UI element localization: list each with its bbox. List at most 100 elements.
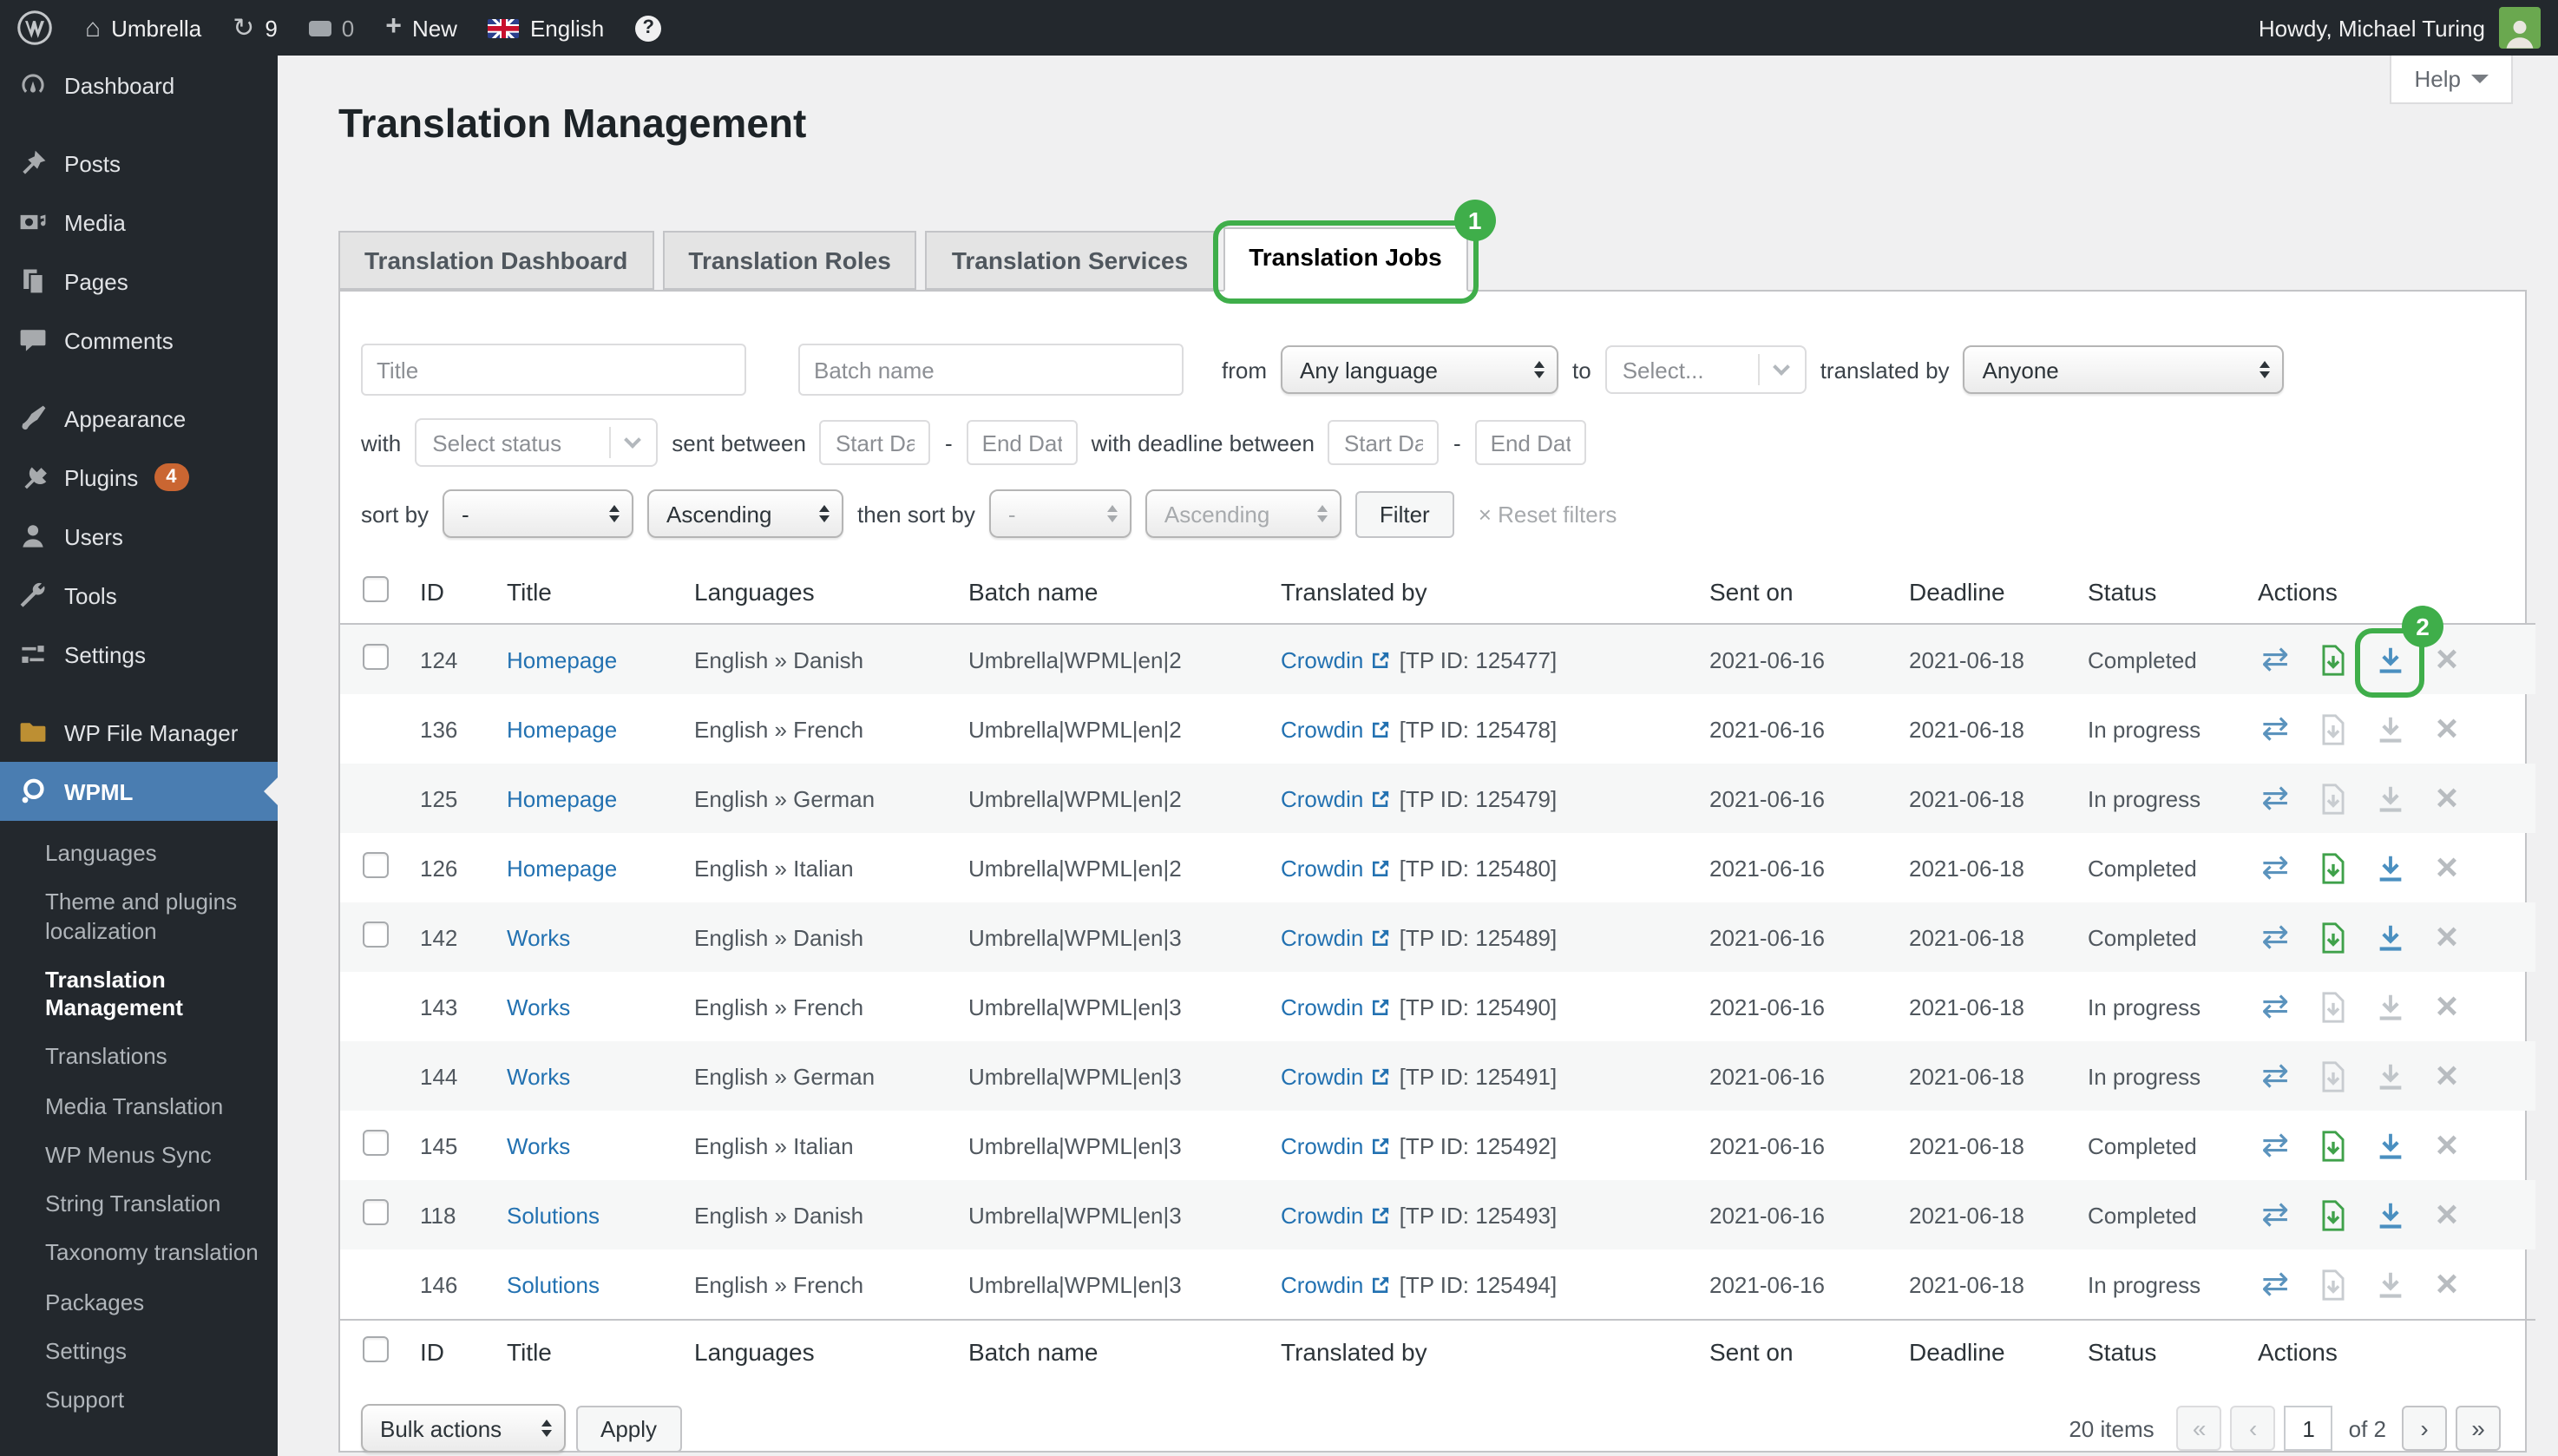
submenu-item-support[interactable]: Support xyxy=(0,1376,278,1426)
wordpress-logo-icon[interactable] xyxy=(0,0,69,56)
cancel-job-icon[interactable]: × xyxy=(2430,1128,2464,1163)
filter-button[interactable]: Filter xyxy=(1355,490,1454,537)
job-title-link[interactable]: Solutions xyxy=(507,1202,600,1228)
cancel-job-icon[interactable]: × xyxy=(2430,1059,2464,1093)
download-translation-icon[interactable] xyxy=(2372,1197,2407,1232)
sync-translation-icon[interactable]: ⇄ xyxy=(2258,642,2292,677)
export-xliff-icon[interactable] xyxy=(2315,989,2350,1024)
sync-translation-icon[interactable]: ⇄ xyxy=(2258,1128,2292,1163)
row-checkbox[interactable] xyxy=(363,644,389,670)
site-menu[interactable]: ⌂ Umbrella xyxy=(69,0,217,56)
download-translation-icon[interactable] xyxy=(2372,1059,2407,1093)
translator-link[interactable]: Crowdin xyxy=(1281,1202,1363,1228)
sync-translation-icon[interactable]: ⇄ xyxy=(2258,781,2292,816)
job-title-link[interactable]: Homepage xyxy=(507,785,617,811)
submenu-item-translations[interactable]: Translations xyxy=(0,1033,278,1083)
sync-translation-icon[interactable]: ⇄ xyxy=(2258,1197,2292,1232)
sidebar-item-media[interactable]: Media xyxy=(0,193,278,252)
row-checkbox[interactable] xyxy=(363,1130,389,1156)
title-filter-input[interactable] xyxy=(361,344,746,396)
job-title-link[interactable]: Solutions xyxy=(507,1271,600,1297)
avatar[interactable] xyxy=(2499,7,2541,49)
submenu-item-settings[interactable]: Settings xyxy=(0,1328,278,1377)
help-button[interactable]: Help xyxy=(2391,56,2514,104)
to-language-select[interactable]: Select... xyxy=(1605,345,1807,394)
sent-start-date-input[interactable] xyxy=(820,420,931,465)
export-xliff-icon[interactable] xyxy=(2315,850,2350,885)
select-all-checkbox[interactable] xyxy=(363,576,389,602)
howdy-text[interactable]: Howdy, Michael Turing xyxy=(2259,15,2485,41)
current-page-input[interactable]: 1 xyxy=(2285,1406,2333,1451)
row-checkbox[interactable] xyxy=(363,1199,389,1225)
order2-select[interactable]: Ascending xyxy=(1145,489,1341,538)
translator-link[interactable]: Crowdin xyxy=(1281,1063,1363,1089)
download-translation-icon[interactable] xyxy=(2372,712,2407,746)
submenu-item-theme-and-plugins-localization[interactable]: Theme and plugins localization xyxy=(0,879,278,956)
reset-filters-link[interactable]: × Reset filters xyxy=(1479,501,1617,527)
prev-page-button[interactable]: ‹ xyxy=(2231,1406,2276,1451)
translator-link[interactable]: Crowdin xyxy=(1281,1132,1363,1158)
download-translation-icon[interactable] xyxy=(2372,920,2407,954)
download-translation-icon[interactable] xyxy=(2372,850,2407,885)
comments-menu[interactable]: 0 xyxy=(293,0,370,56)
sync-translation-icon[interactable]: ⇄ xyxy=(2258,712,2292,746)
deadline-end-date-input[interactable] xyxy=(1475,420,1586,465)
updates-menu[interactable]: ↻ 9 xyxy=(217,0,293,56)
row-checkbox[interactable] xyxy=(363,921,389,948)
sidebar-item-posts[interactable]: Posts xyxy=(0,134,278,193)
cancel-job-icon[interactable]: × xyxy=(2430,920,2464,954)
export-xliff-icon[interactable] xyxy=(2315,1059,2350,1093)
sidebar-item-wpml[interactable]: WPML xyxy=(0,762,278,821)
sidebar-item-comments[interactable]: Comments xyxy=(0,311,278,370)
sync-translation-icon[interactable]: ⇄ xyxy=(2258,920,2292,954)
sort1-select[interactable]: - xyxy=(443,489,633,538)
translated-by-select[interactable]: Anyone xyxy=(1964,345,2285,394)
sidebar-item-plugins[interactable]: Plugins4 xyxy=(0,448,278,507)
cancel-job-icon[interactable]: × xyxy=(2430,1267,2464,1302)
export-xliff-icon[interactable] xyxy=(2315,642,2350,677)
sidebar-item-tools[interactable]: Tools xyxy=(0,566,278,625)
apply-button[interactable]: Apply xyxy=(576,1405,681,1452)
next-page-button[interactable]: › xyxy=(2402,1406,2447,1451)
sidebar-item-wp-file-manager[interactable]: WP File Manager xyxy=(0,703,278,762)
tab-translation-dashboard[interactable]: Translation Dashboard xyxy=(338,231,653,290)
job-title-link[interactable]: Homepage xyxy=(507,646,617,672)
translator-link[interactable]: Crowdin xyxy=(1281,855,1363,881)
download-translation-icon[interactable]: 2 xyxy=(2372,642,2407,677)
cancel-job-icon[interactable]: × xyxy=(2430,1197,2464,1232)
submenu-item-languages[interactable]: Languages xyxy=(0,830,278,879)
last-page-button[interactable]: » xyxy=(2456,1406,2501,1451)
deadline-start-date-input[interactable] xyxy=(1328,420,1440,465)
tab-translation-roles[interactable]: Translation Roles xyxy=(662,231,916,290)
new-menu[interactable]: + New xyxy=(370,0,473,56)
sync-translation-icon[interactable]: ⇄ xyxy=(2258,850,2292,885)
export-xliff-icon[interactable] xyxy=(2315,1128,2350,1163)
sync-translation-icon[interactable]: ⇄ xyxy=(2258,989,2292,1024)
sidebar-item-pages[interactable]: Pages xyxy=(0,252,278,311)
wpml-help-menu[interactable]: ? xyxy=(620,0,677,56)
batch-name-filter-input[interactable] xyxy=(798,344,1184,396)
translator-link[interactable]: Crowdin xyxy=(1281,1271,1363,1297)
translator-link[interactable]: Crowdin xyxy=(1281,924,1363,950)
cancel-job-icon[interactable]: × xyxy=(2430,642,2464,677)
export-xliff-icon[interactable] xyxy=(2315,1197,2350,1232)
sync-translation-icon[interactable]: ⇄ xyxy=(2258,1267,2292,1302)
sidebar-item-users[interactable]: Users xyxy=(0,507,278,566)
download-translation-icon[interactable] xyxy=(2372,781,2407,816)
export-xliff-icon[interactable] xyxy=(2315,920,2350,954)
export-xliff-icon[interactable] xyxy=(2315,1267,2350,1302)
translator-link[interactable]: Crowdin xyxy=(1281,785,1363,811)
job-title-link[interactable]: Works xyxy=(507,994,570,1020)
first-page-button[interactable]: « xyxy=(2177,1406,2222,1451)
download-translation-icon[interactable] xyxy=(2372,1128,2407,1163)
status-select[interactable]: Select status xyxy=(415,418,658,467)
submenu-item-media-translation[interactable]: Media Translation xyxy=(0,1082,278,1131)
bulk-actions-select[interactable]: Bulk actions xyxy=(361,1404,566,1453)
download-translation-icon[interactable] xyxy=(2372,989,2407,1024)
download-translation-icon[interactable] xyxy=(2372,1267,2407,1302)
sync-translation-icon[interactable]: ⇄ xyxy=(2258,1059,2292,1093)
sidebar-item-appearance[interactable]: Appearance xyxy=(0,389,278,448)
cancel-job-icon[interactable]: × xyxy=(2430,712,2464,746)
cancel-job-icon[interactable]: × xyxy=(2430,850,2464,885)
tab-translation-services[interactable]: Translation Services xyxy=(926,231,1214,290)
